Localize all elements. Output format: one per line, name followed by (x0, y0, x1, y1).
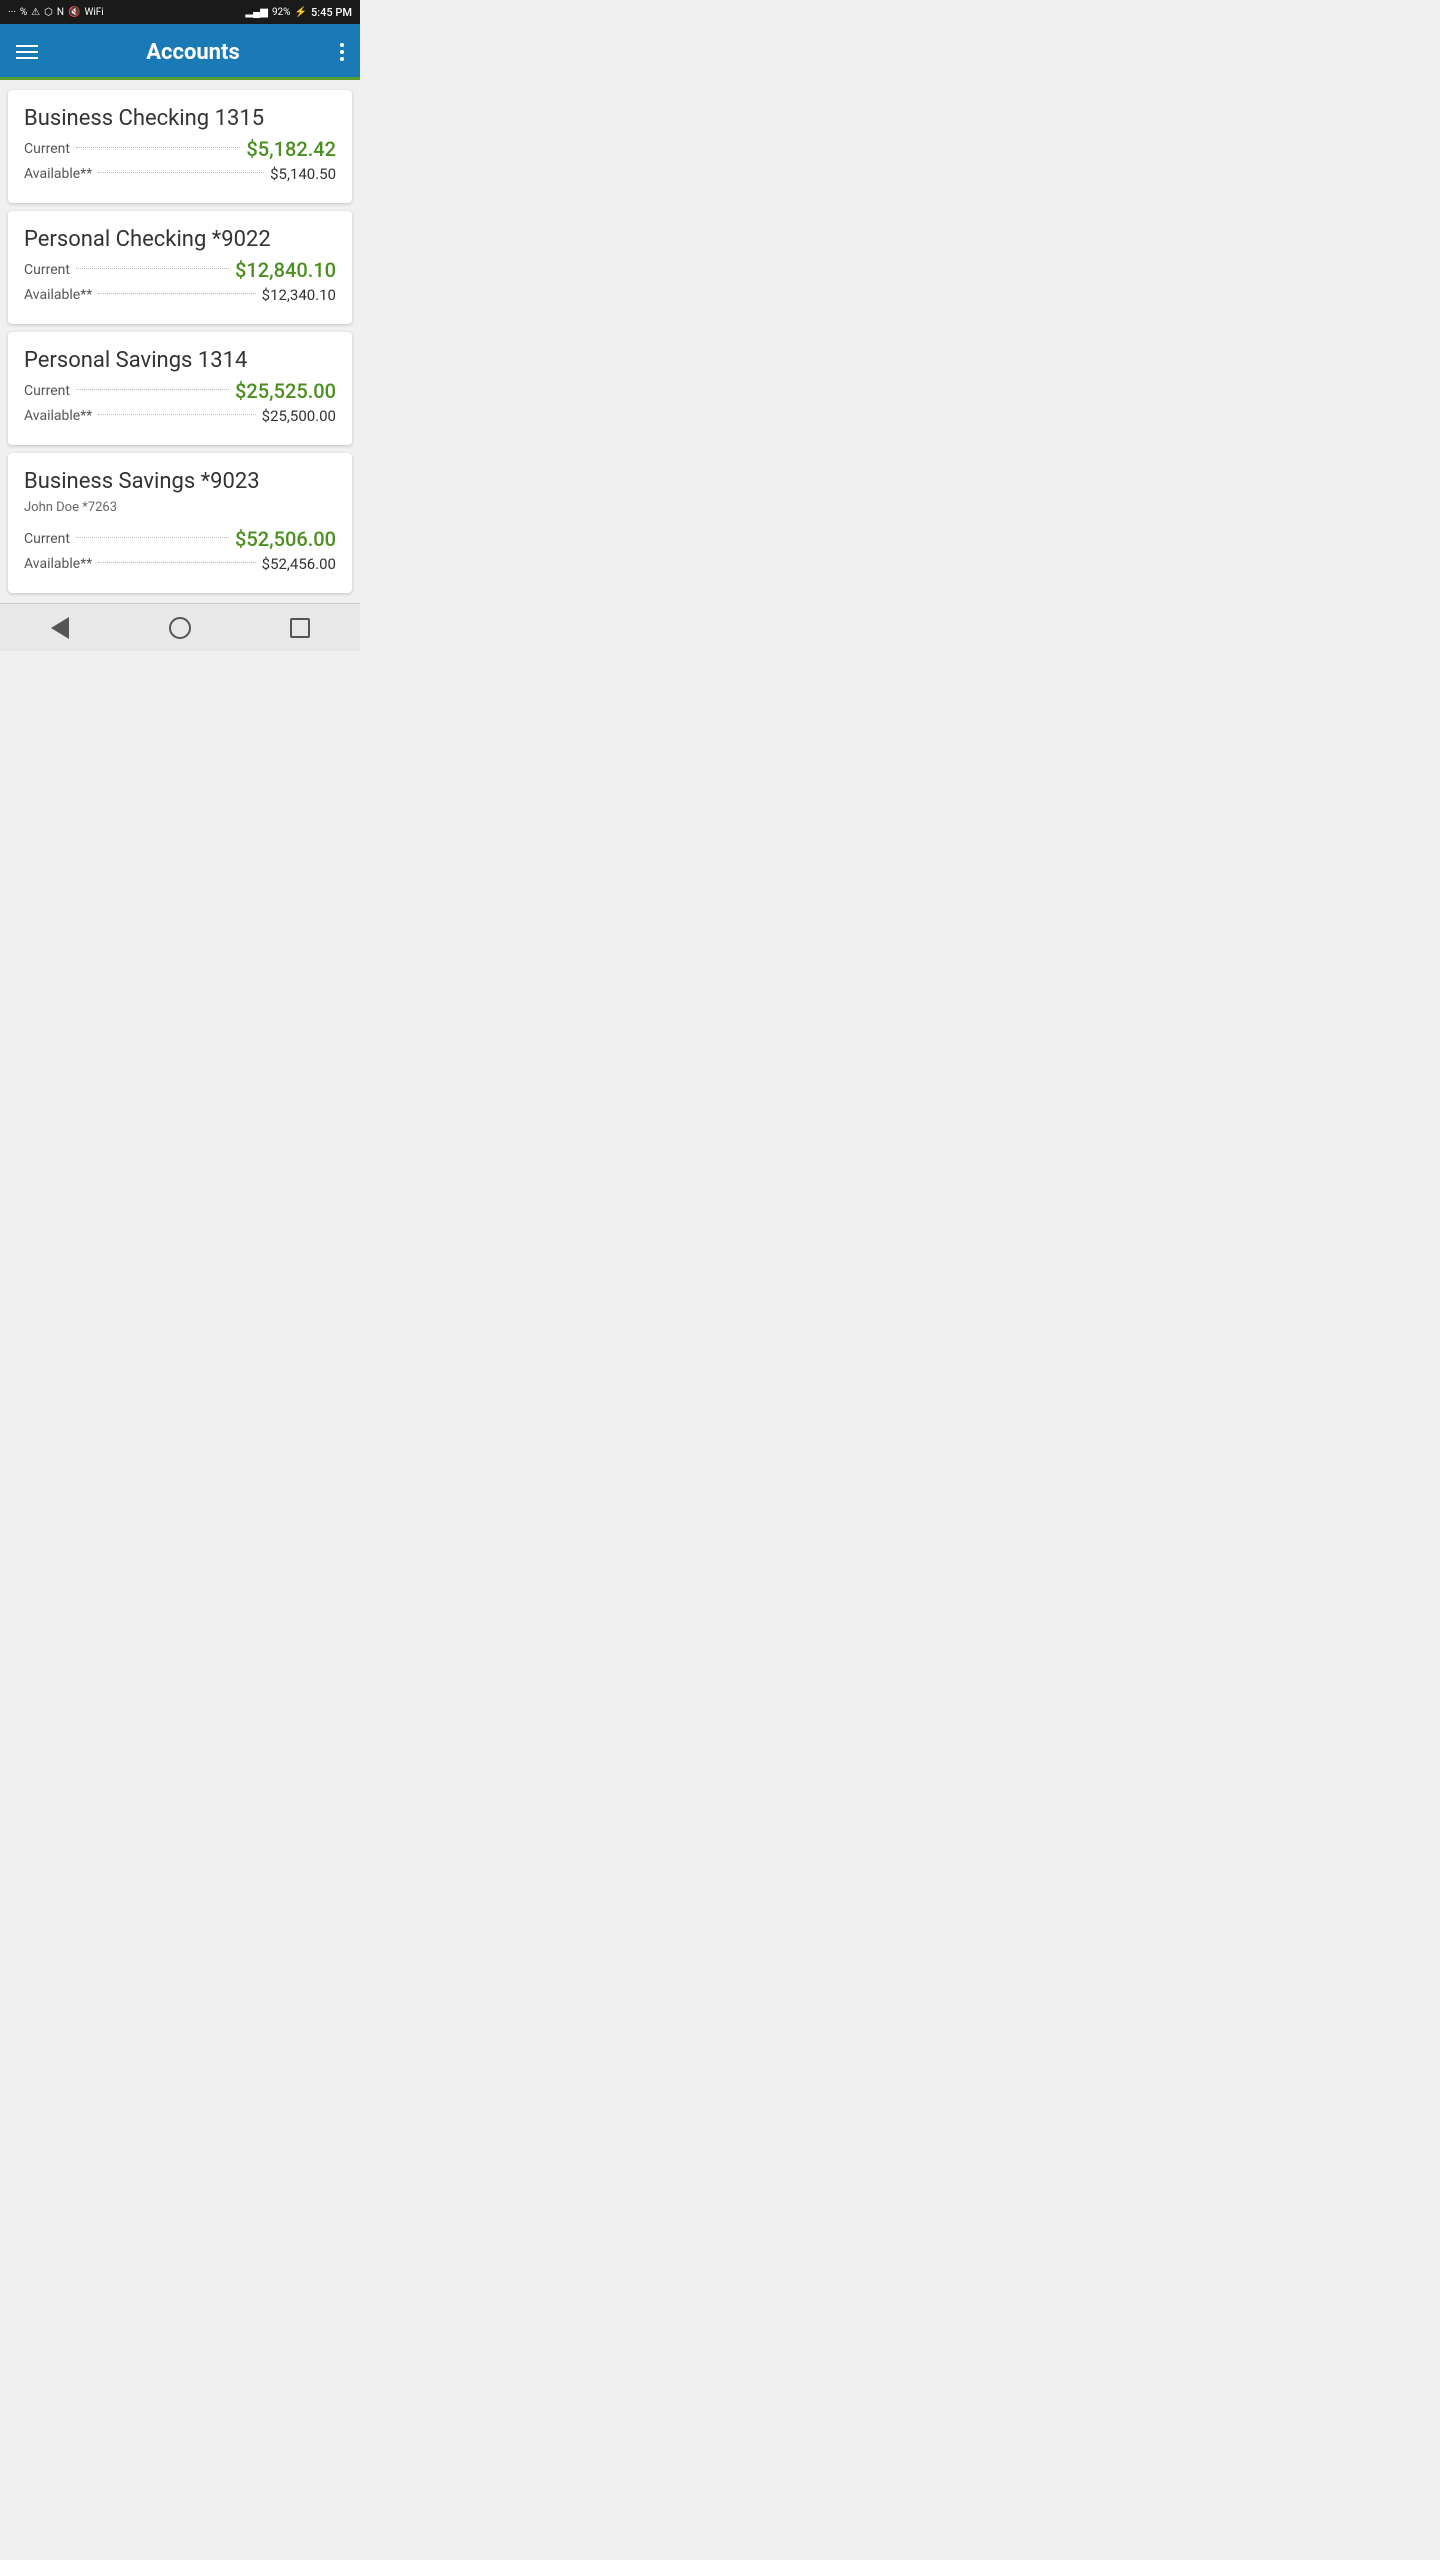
bluetooth-icon: ⬡ (44, 7, 53, 18)
home-icon (169, 617, 191, 639)
dots-available-2 (98, 414, 255, 415)
battery-percent: 92% (272, 7, 291, 18)
dots-available-0 (98, 172, 264, 173)
signal-icon: ▂▄▆ (245, 7, 267, 18)
alert-icon: ⚠ (31, 7, 40, 18)
current-amount-2: $25,525.00 (235, 379, 336, 403)
current-amount-1: $12,840.10 (235, 258, 336, 282)
bottom-nav (0, 603, 360, 651)
dots-current-0 (76, 147, 240, 148)
available-amount-3: $52,456.00 (262, 555, 336, 573)
available-balance-row-1: Available** $12,340.10 (24, 286, 336, 304)
back-button[interactable] (30, 608, 90, 648)
account-card-0[interactable]: Business Checking 1315 Current $5,182.42… (8, 90, 352, 203)
dot-1 (340, 43, 344, 47)
app-bar: Accounts (0, 24, 360, 80)
recents-icon (290, 618, 310, 638)
time: 5:45 PM (311, 6, 352, 19)
current-balance-row-2: Current $25,525.00 (24, 379, 336, 403)
home-button[interactable] (150, 608, 210, 648)
dot-2 (340, 50, 344, 54)
dots-available-3 (98, 562, 255, 563)
current-balance-row-1: Current $12,840.10 (24, 258, 336, 282)
available-balance-row-0: Available** $5,140.50 (24, 165, 336, 183)
available-label-3: Available** (24, 556, 92, 572)
account-name-0: Business Checking 1315 (24, 106, 336, 131)
page-title: Accounts (146, 40, 240, 65)
accounts-list: Business Checking 1315 Current $5,182.42… (0, 80, 360, 603)
account-name-2: Personal Savings 1314 (24, 348, 336, 373)
available-label-2: Available** (24, 408, 92, 424)
status-left-icons: ··· % ⚠ ⬡ N 🔇 WiFi (8, 7, 104, 18)
current-balance-row-3: Current $52,506.00 (24, 527, 336, 551)
back-icon (51, 617, 69, 639)
status-right-icons: ▂▄▆ 92% ⚡ 5:45 PM (245, 6, 352, 19)
battery-icon: ⚡ (295, 7, 307, 18)
account-card-1[interactable]: Personal Checking *9022 Current $12,840.… (8, 211, 352, 324)
account-name-3: Business Savings *9023 (24, 469, 336, 494)
current-label-0: Current (24, 141, 70, 157)
available-label-1: Available** (24, 287, 92, 303)
account-name-1: Personal Checking *9022 (24, 227, 336, 252)
available-amount-1: $12,340.10 (262, 286, 336, 304)
dots-current-2 (76, 389, 229, 390)
more-options-button[interactable] (340, 43, 344, 61)
available-label-0: Available** (24, 166, 92, 182)
current-label-1: Current (24, 262, 70, 278)
nfc-icon: N (57, 7, 64, 18)
menu-button[interactable] (16, 45, 38, 59)
hamburger-line-1 (16, 45, 38, 47)
current-amount-3: $52,506.00 (235, 527, 336, 551)
dots-current-1 (76, 268, 229, 269)
account-card-3[interactable]: Business Savings *9023 John Doe *7263 Cu… (8, 453, 352, 593)
current-label-2: Current (24, 383, 70, 399)
mute-icon: 🔇 (68, 7, 80, 18)
notification-icon: ··· (8, 7, 16, 18)
recents-button[interactable] (270, 608, 330, 648)
available-amount-2: $25,500.00 (262, 407, 336, 425)
status-bar: ··· % ⚠ ⬡ N 🔇 WiFi ▂▄▆ 92% ⚡ 5:45 PM (0, 0, 360, 24)
percent-icon: % (20, 7, 27, 18)
current-label-3: Current (24, 531, 70, 547)
account-card-2[interactable]: Personal Savings 1314 Current $25,525.00… (8, 332, 352, 445)
hamburger-line-3 (16, 57, 38, 59)
current-amount-0: $5,182.42 (246, 137, 336, 161)
available-balance-row-2: Available** $25,500.00 (24, 407, 336, 425)
dots-available-1 (98, 293, 255, 294)
available-balance-row-3: Available** $52,456.00 (24, 555, 336, 573)
available-amount-0: $5,140.50 (270, 165, 336, 183)
hamburger-line-2 (16, 51, 38, 53)
dots-current-3 (76, 537, 229, 538)
wifi-icon: WiFi (84, 7, 103, 18)
current-balance-row-0: Current $5,182.42 (24, 137, 336, 161)
account-sub-3: John Doe *7263 (24, 500, 336, 515)
dot-3 (340, 57, 344, 61)
